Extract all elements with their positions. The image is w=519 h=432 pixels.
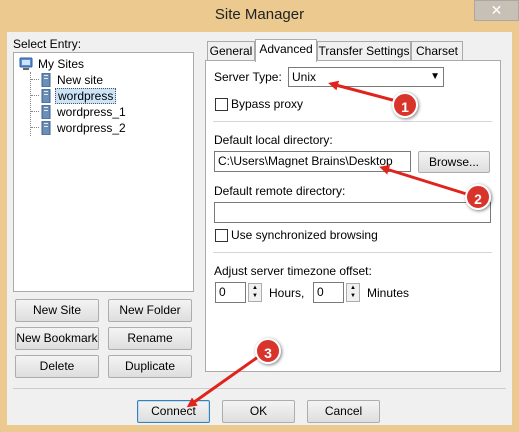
tree-connector [31,95,39,96]
tree-root-my-sites[interactable]: My Sites [19,56,86,72]
footer-divider [13,388,506,389]
new-site-button[interactable]: New Site [15,299,99,322]
annotation-badge-2: 2 [465,184,491,210]
duplicate-button[interactable]: Duplicate [108,355,192,378]
new-bookmark-button[interactable]: New Bookmark [15,327,99,350]
server-icon [41,89,51,103]
server-type-label: Server Type: [214,70,282,84]
site-tree[interactable]: My Sites New site wordpress wordpress_1 [13,52,194,292]
sync-browsing-label: Use synchronized browsing [231,228,378,242]
computer-icon [19,57,33,70]
hours-spinner[interactable]: ▲ ▼ [248,283,262,302]
tree-item-label: wordpress_2 [57,121,126,135]
tab-general[interactable]: General [207,41,255,61]
hours-label: Hours, [269,286,305,300]
tab-advanced[interactable]: Advanced [255,39,317,62]
delete-button[interactable]: Delete [15,355,99,378]
tree-connector [31,111,39,112]
minutes-label: Minutes [367,286,410,300]
remote-directory-input[interactable] [214,202,491,223]
tree-item-wordpress-1[interactable]: wordpress_1 [40,104,128,120]
rename-button[interactable]: Rename [108,327,192,350]
hours-input[interactable]: 0 [215,282,246,303]
section-divider [213,121,492,122]
section-divider [213,252,492,253]
close-button[interactable]: ✕ [474,0,519,21]
sync-browsing-checkbox[interactable] [215,229,228,242]
local-directory-input[interactable]: C:\Users\Magnet Brains\Desktop [214,151,411,172]
annotation-badge-3: 3 [255,338,281,364]
remote-directory-label: Default remote directory: [214,184,346,198]
server-type-select[interactable]: Unix ▼ [288,67,444,87]
connect-button[interactable]: Connect [137,400,210,423]
server-icon [41,73,51,87]
title-bar: Site Manager ✕ [0,0,519,32]
tree-connector [31,79,39,80]
browse-button[interactable]: Browse... [418,151,490,173]
ok-button[interactable]: OK [222,400,295,423]
timezone-label: Adjust server timezone offset: [214,264,372,278]
tree-connector [31,127,39,128]
select-entry-label: Select Entry: [13,37,82,51]
tree-item-label: wordpress_1 [57,105,126,119]
window-title: Site Manager [214,6,305,23]
tree-item-wordpress-2[interactable]: wordpress_2 [40,120,128,136]
chevron-down-icon: ▼ [430,71,440,82]
server-icon [41,105,51,119]
tree-item-wordpress[interactable]: wordpress [40,88,117,104]
tab-transfer-settings[interactable]: Transfer Settings [317,41,411,61]
server-type-value: Unix [292,70,317,84]
tree-item-new-site[interactable]: New site [40,72,105,88]
annotation-badge-1: 1 [392,92,418,118]
minutes-spinner[interactable]: ▲ ▼ [346,283,360,302]
tree-item-label: New site [57,73,104,87]
bypass-proxy-label: Bypass proxy [231,97,304,111]
tree-root-label: My Sites [38,57,85,71]
minutes-input[interactable]: 0 [313,282,344,303]
tab-charset[interactable]: Charset [411,41,463,61]
site-manager-window: Site Manager ✕ Select Entry: My Sites Ne… [0,0,519,432]
new-folder-button[interactable]: New Folder [108,299,192,322]
server-icon [41,121,51,135]
bypass-proxy-checkbox[interactable] [215,98,228,111]
local-directory-label: Default local directory: [214,133,333,147]
tree-item-label: wordpress [55,88,117,104]
cancel-button[interactable]: Cancel [307,400,380,423]
